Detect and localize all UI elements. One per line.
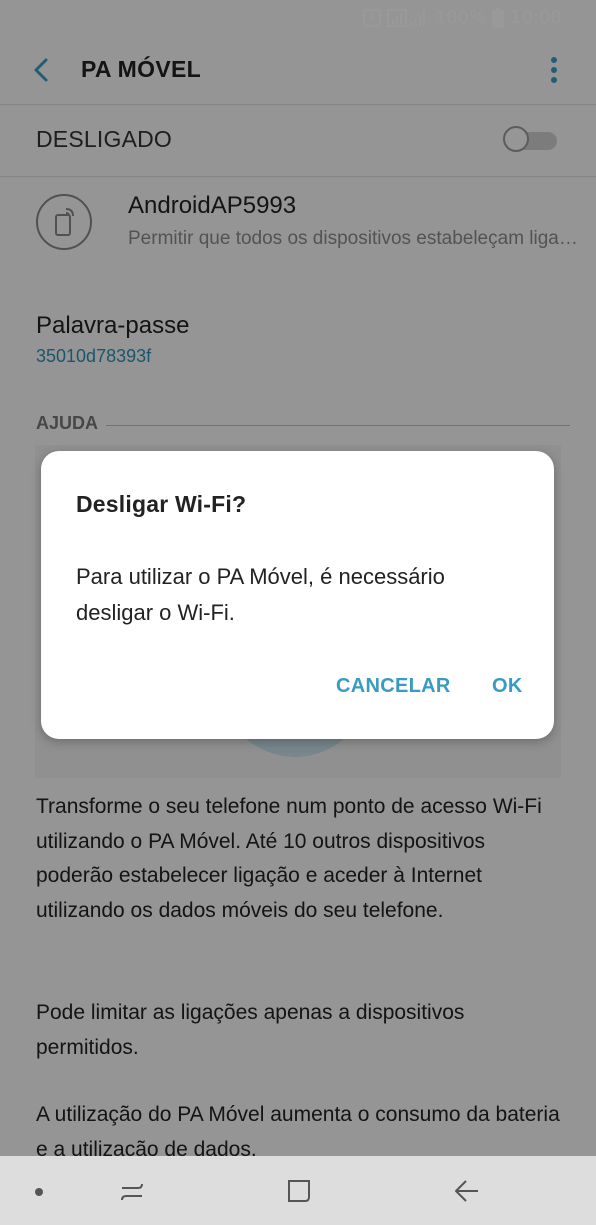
dot-icon[interactable] (34, 1187, 44, 1197)
dialog-title: Desligar Wi-Fi? (76, 491, 247, 517)
navigation-bar (0, 1156, 596, 1225)
dialog-message: Para utilizar o PA Móvel, é necessário d… (76, 564, 445, 625)
ok-button[interactable]: OK (492, 675, 523, 698)
cancel-button[interactable]: CANCELAR (336, 675, 451, 698)
home-icon[interactable] (285, 1177, 313, 1205)
screen: 1 100% 10:00 PA MÓVEL DESLIGADO AndroidA… (0, 0, 596, 1225)
recent-apps-icon[interactable] (118, 1178, 146, 1206)
turn-off-wifi-dialog: Desligar Wi-Fi? Para utilizar o PA Móvel… (41, 451, 554, 739)
back-arrow-icon[interactable] (452, 1178, 482, 1204)
